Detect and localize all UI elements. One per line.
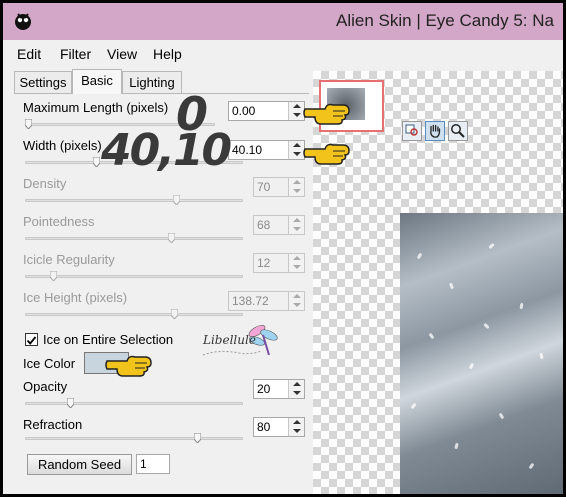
spin-up-icon bbox=[293, 180, 301, 184]
pointedness-slider-thumb bbox=[168, 233, 176, 243]
max-length-spinbox[interactable]: 0.00 bbox=[228, 101, 305, 121]
tab-divider bbox=[14, 93, 309, 94]
zoom-toggle-icon[interactable] bbox=[402, 121, 422, 141]
tab-settings[interactable]: Settings bbox=[14, 71, 72, 93]
opacity-label: Opacity bbox=[23, 379, 68, 394]
refraction-spin-arrows[interactable] bbox=[288, 418, 304, 436]
width-slider-thumb[interactable] bbox=[92, 157, 100, 167]
menu-filter[interactable]: Filter bbox=[60, 46, 91, 62]
menu-bar: Edit Filter View Help bbox=[3, 41, 563, 67]
opacity-value: 20 bbox=[257, 382, 271, 396]
refraction-value: 80 bbox=[257, 420, 271, 434]
refraction-slider-thumb[interactable] bbox=[193, 433, 201, 443]
density-label: Density bbox=[23, 176, 67, 191]
spin-up-icon[interactable] bbox=[293, 143, 301, 147]
spin-down-icon[interactable] bbox=[293, 113, 301, 117]
max-length-value: 0.00 bbox=[232, 104, 256, 118]
eye-candy-window: Alien Skin | Eye Candy 5: Na Edit Filter… bbox=[3, 3, 563, 494]
random-seed-input[interactable]: 1 bbox=[136, 454, 170, 474]
menu-view[interactable]: View bbox=[107, 46, 137, 62]
hand-icon[interactable] bbox=[425, 121, 445, 141]
alien-skin-logo-icon bbox=[15, 13, 31, 30]
icicle-regularity-slider-track bbox=[25, 275, 243, 278]
icicle-regularity-value: 12 bbox=[257, 256, 271, 270]
density-slider-thumb bbox=[172, 195, 180, 205]
magnifier-icon[interactable] bbox=[448, 121, 468, 141]
max-length-slider-thumb[interactable] bbox=[25, 119, 32, 129]
pointedness-spin-arrows bbox=[288, 216, 304, 234]
menu-help[interactable]: Help bbox=[153, 46, 182, 62]
spin-up-icon bbox=[293, 218, 301, 222]
spin-down-icon bbox=[293, 265, 301, 269]
ice-entire-selection-checkbox[interactable] bbox=[25, 333, 38, 346]
pointedness-slider-track bbox=[25, 237, 243, 240]
pointedness-label: Pointedness bbox=[23, 214, 95, 229]
spin-up-icon bbox=[293, 256, 301, 260]
max-length-spin-arrows[interactable] bbox=[288, 102, 304, 120]
width-callout: 40,10 bbox=[101, 125, 232, 176]
ice-height-spin-arrows bbox=[288, 292, 304, 310]
spin-up-icon[interactable] bbox=[293, 104, 301, 108]
watermark-text: Libellule bbox=[203, 333, 256, 347]
ice-entire-selection-label[interactable]: Ice on Entire Selection bbox=[43, 332, 173, 347]
tab-basic[interactable]: Basic bbox=[72, 69, 122, 94]
ice-height-value: 138.72 bbox=[232, 294, 269, 308]
icicle-regularity-label: Icicle Regularity bbox=[23, 252, 115, 267]
screenshot-frame: Alien Skin | Eye Candy 5: Na Edit Filter… bbox=[0, 0, 566, 497]
opacity-slider-track[interactable] bbox=[25, 402, 243, 405]
icicle-regularity-spinbox: 12 bbox=[253, 253, 305, 273]
icicle-regularity-spin-arrows bbox=[288, 254, 304, 272]
density-slider-track bbox=[25, 199, 243, 202]
pointing-hand-icon bbox=[105, 355, 152, 377]
tab-lighting[interactable]: Lighting bbox=[122, 71, 182, 93]
width-value: 40.10 bbox=[232, 143, 263, 157]
opacity-spin-arrows[interactable] bbox=[288, 380, 304, 398]
ice-height-slider-thumb bbox=[170, 309, 178, 319]
refraction-spinbox[interactable]: 80 bbox=[253, 417, 305, 437]
refraction-label: Refraction bbox=[23, 417, 83, 432]
opacity-slider-thumb[interactable] bbox=[67, 398, 75, 408]
pointedness-spinbox: 68 bbox=[253, 215, 305, 235]
spin-down-icon[interactable] bbox=[293, 152, 301, 156]
spin-down-icon[interactable] bbox=[293, 391, 301, 395]
ice-height-slider-track bbox=[25, 313, 243, 316]
libellule-watermark: Libellule bbox=[199, 321, 279, 361]
ice-color-label: Ice Color bbox=[23, 356, 76, 371]
window-title: Alien Skin | Eye Candy 5: Na bbox=[336, 11, 554, 30]
width-spinbox[interactable]: 40.10 bbox=[228, 140, 305, 160]
menu-edit[interactable]: Edit bbox=[17, 46, 41, 62]
spin-up-icon bbox=[293, 294, 301, 298]
spin-down-icon bbox=[293, 189, 301, 193]
ice-height-spinbox: 138.72 bbox=[228, 291, 305, 311]
max-length-label: Maximum Length (pixels) bbox=[23, 100, 169, 115]
refraction-slider-track[interactable] bbox=[25, 437, 243, 440]
spin-down-icon bbox=[293, 303, 301, 307]
spin-down-icon bbox=[293, 227, 301, 231]
checkmark-icon bbox=[26, 336, 37, 345]
width-label: Width (pixels) bbox=[23, 138, 102, 153]
width-spin-arrows[interactable] bbox=[288, 141, 304, 159]
icicle-regularity-slider-thumb bbox=[50, 271, 58, 281]
preview-image bbox=[400, 213, 563, 494]
spin-up-icon[interactable] bbox=[293, 420, 301, 424]
opacity-spinbox[interactable]: 20 bbox=[253, 379, 305, 399]
ice-height-label: Ice Height (pixels) bbox=[23, 290, 128, 305]
spin-up-icon[interactable] bbox=[293, 382, 301, 386]
random-seed-button[interactable]: Random Seed bbox=[27, 454, 132, 475]
density-spinbox: 70 bbox=[253, 177, 305, 197]
pointing-hand-icon bbox=[303, 103, 350, 125]
title-bar[interactable]: Alien Skin | Eye Candy 5: Na bbox=[3, 3, 563, 40]
density-value: 70 bbox=[257, 180, 271, 194]
pointedness-value: 68 bbox=[257, 218, 271, 232]
density-spin-arrows bbox=[288, 178, 304, 196]
spin-down-icon[interactable] bbox=[293, 429, 301, 433]
pointing-hand-icon bbox=[303, 143, 350, 165]
